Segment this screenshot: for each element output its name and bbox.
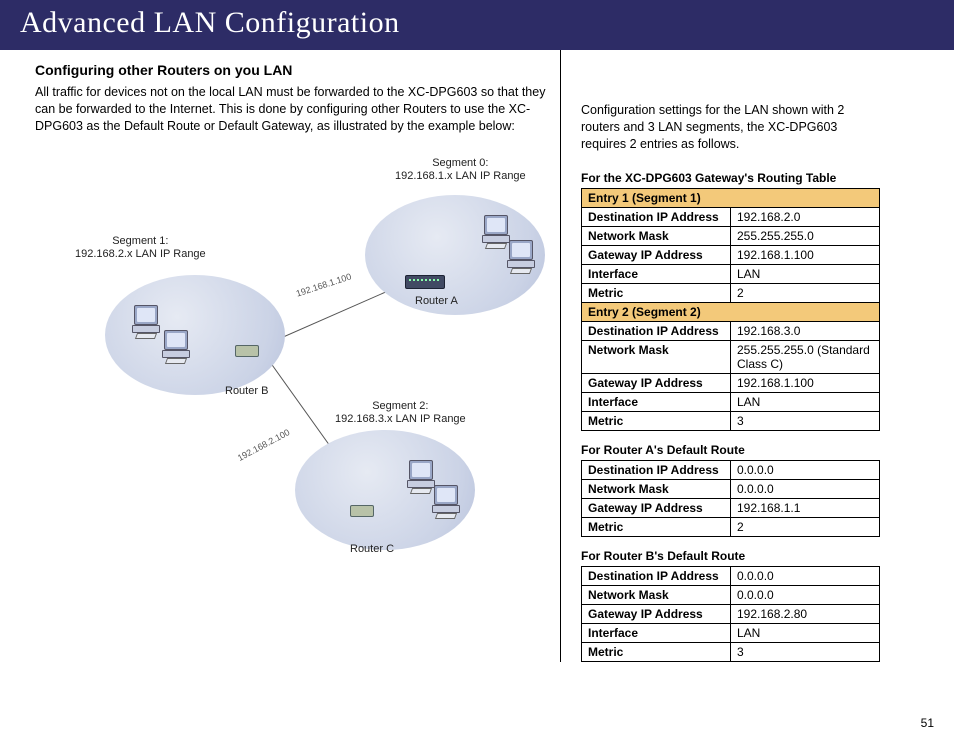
row-label: Destination IP Address bbox=[582, 321, 731, 340]
row-label: Network Mask bbox=[582, 585, 731, 604]
row-value: 0.0.0.0 bbox=[731, 479, 880, 498]
pc-icon bbox=[160, 330, 190, 362]
right-column: Configuration settings for the LAN shown… bbox=[560, 50, 890, 662]
row-value: 255.255.255.0 bbox=[731, 226, 880, 245]
row-label: Destination IP Address bbox=[582, 207, 731, 226]
network-diagram: Segment 0: 192.168.1.x LAN IP Range Segm… bbox=[35, 185, 575, 545]
segment-0-label: Segment 0: 192.168.1.x LAN IP Range bbox=[395, 157, 526, 183]
row-label: Network Mask bbox=[582, 340, 731, 373]
router-b-label: Router B bbox=[225, 385, 268, 398]
row-label: Gateway IP Address bbox=[582, 245, 731, 264]
row-value: 192.168.1.100 bbox=[731, 245, 880, 264]
row-label: Gateway IP Address bbox=[582, 604, 731, 623]
entry-1-header: Entry 1 (Segment 1) bbox=[582, 188, 880, 207]
row-value: 192.168.2.80 bbox=[731, 604, 880, 623]
right-intro-text: Configuration settings for the LAN shown… bbox=[581, 102, 880, 153]
router-a-label: Router A bbox=[415, 295, 458, 308]
row-value: 3 bbox=[731, 642, 880, 661]
pc-icon bbox=[505, 240, 535, 272]
row-label: Gateway IP Address bbox=[582, 373, 731, 392]
row-value: 192.168.3.0 bbox=[731, 321, 880, 340]
row-value: 0.0.0.0 bbox=[731, 566, 880, 585]
row-value: 2 bbox=[731, 283, 880, 302]
router-c-label: Router C bbox=[350, 543, 394, 556]
entry-2-header: Entry 2 (Segment 2) bbox=[582, 302, 880, 321]
router-a-icon bbox=[405, 275, 445, 289]
row-label: Interface bbox=[582, 392, 731, 411]
intro-paragraph: All traffic for devices not on the local… bbox=[35, 84, 550, 135]
routing-table-1: Entry 1 (Segment 1) Destination IP Addre… bbox=[581, 188, 880, 431]
row-value: LAN bbox=[731, 623, 880, 642]
pc-icon bbox=[430, 485, 460, 517]
row-label: Interface bbox=[582, 264, 731, 283]
row-label: Gateway IP Address bbox=[582, 498, 731, 517]
table-1-title: For the XC-DPG603 Gateway's Routing Tabl… bbox=[581, 171, 880, 185]
router-b-icon bbox=[235, 345, 259, 357]
row-label: Network Mask bbox=[582, 226, 731, 245]
section-heading: Configuring other Routers on you LAN bbox=[35, 62, 550, 78]
row-value: 192.168.1.100 bbox=[731, 373, 880, 392]
page-header: Advanced LAN Configuration bbox=[0, 0, 954, 50]
row-label: Metric bbox=[582, 517, 731, 536]
row-value: 192.168.2.0 bbox=[731, 207, 880, 226]
row-value: 2 bbox=[731, 517, 880, 536]
router-c-icon bbox=[350, 505, 374, 517]
row-value: LAN bbox=[731, 264, 880, 283]
page-title: Advanced LAN Configuration bbox=[20, 6, 934, 40]
link-2-ip-label: 192.168.2.100 bbox=[236, 427, 292, 464]
row-value: 255.255.255.0 (Standard Class C) bbox=[731, 340, 880, 373]
table-2-title: For Router A's Default Route bbox=[581, 443, 880, 457]
row-value: 0.0.0.0 bbox=[731, 460, 880, 479]
row-label: Network Mask bbox=[582, 479, 731, 498]
routing-table-2: Destination IP Address0.0.0.0 Network Ma… bbox=[581, 460, 880, 537]
link-1-ip-label: 192.168.1.100 bbox=[295, 271, 353, 299]
row-value: 3 bbox=[731, 411, 880, 430]
row-label: Metric bbox=[582, 411, 731, 430]
pc-icon bbox=[130, 305, 160, 337]
row-value: LAN bbox=[731, 392, 880, 411]
row-label: Metric bbox=[582, 642, 731, 661]
segment-1-label: Segment 1: 192.168.2.x LAN IP Range bbox=[75, 235, 206, 261]
page-number: 51 bbox=[921, 716, 934, 730]
left-column: Configuring other Routers on you LAN All… bbox=[0, 50, 560, 662]
table-3-title: For Router B's Default Route bbox=[581, 549, 880, 563]
row-label: Metric bbox=[582, 283, 731, 302]
row-value: 0.0.0.0 bbox=[731, 585, 880, 604]
row-value: 192.168.1.1 bbox=[731, 498, 880, 517]
row-label: Destination IP Address bbox=[582, 566, 731, 585]
row-label: Interface bbox=[582, 623, 731, 642]
segment-2-label: Segment 2: 192.168.3.x LAN IP Range bbox=[335, 400, 466, 426]
routing-table-3: Destination IP Address0.0.0.0 Network Ma… bbox=[581, 566, 880, 662]
row-label: Destination IP Address bbox=[582, 460, 731, 479]
